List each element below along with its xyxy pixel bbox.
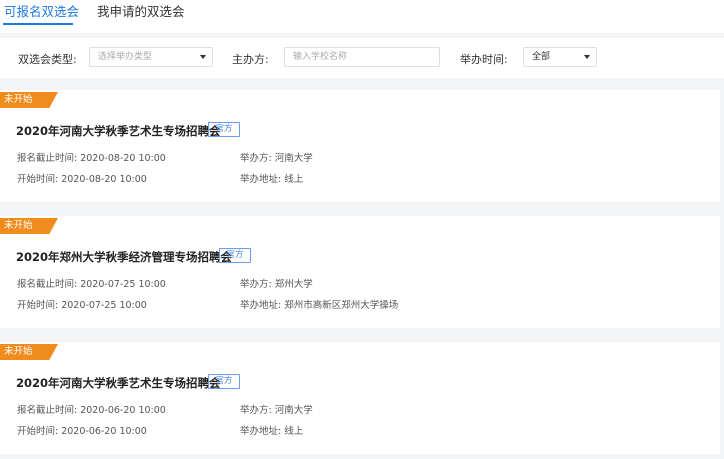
fair-card[interactable]: 未开始 2020年河南大学秋季艺术生专场招聘会 官方 报名截止时间: 2020-… — [0, 90, 720, 202]
fair-type-label: 双选会类型: — [18, 53, 77, 66]
address-info: 举办地址: 郑州市高新区郑州大学操场 — [240, 300, 399, 311]
tab-my-applied-fairs[interactable]: 我申请的双选会 — [97, 4, 185, 20]
official-badge: 官方 — [208, 374, 240, 389]
time-selected-value: 全部 — [532, 52, 551, 62]
start-time: 开始时间: 2020-07-25 10:00 — [17, 300, 147, 311]
fair-title[interactable]: 2020年河南大学秋季艺术生专场招聘会 — [16, 375, 221, 391]
status-badge: 未开始 — [0, 92, 58, 108]
address-info: 举办地址: 线上 — [240, 426, 304, 437]
address-info: 举办地址: 线上 — [240, 174, 304, 185]
host-info: 举办方: 河南大学 — [240, 153, 313, 164]
start-time: 开始时间: 2020-06-20 10:00 — [17, 426, 147, 437]
fair-card[interactable]: 未开始 2020年河南大学秋季艺术生专场招聘会 官方 报名截止时间: 2020-… — [0, 342, 720, 454]
fair-type-select[interactable]: 选择举办类型 — [89, 47, 213, 67]
tab-bar: 可报名双选会 我申请的双选会 — [0, 0, 724, 33]
status-badge: 未开始 — [0, 344, 58, 360]
fair-title[interactable]: 2020年郑州大学秋季经济管理专场招聘会 — [16, 249, 232, 265]
fair-card[interactable]: 未开始 2020年郑州大学秋季经济管理专场招聘会 官方 报名截止时间: 2020… — [0, 216, 720, 328]
active-tab-indicator — [3, 23, 73, 25]
chevron-down-icon — [584, 55, 590, 59]
time-select[interactable]: 全部 — [523, 47, 597, 67]
host-input[interactable]: 输入学校名称 — [284, 47, 440, 67]
registration-deadline: 报名截止时间: 2020-06-20 10:00 — [17, 405, 166, 416]
filter-bar: 双选会类型: 选择举办类型 主办方: 输入学校名称 举办时间: 全部 — [0, 38, 724, 78]
host-info: 举办方: 河南大学 — [240, 405, 313, 416]
status-badge: 未开始 — [0, 218, 58, 234]
fair-type-placeholder: 选择举办类型 — [98, 52, 153, 62]
host-info: 举办方: 郑州大学 — [240, 279, 313, 290]
official-badge: 官方 — [208, 122, 240, 137]
host-placeholder: 输入学校名称 — [293, 52, 348, 62]
registration-deadline: 报名截止时间: 2020-07-25 10:00 — [17, 279, 166, 290]
chevron-down-icon — [200, 55, 206, 59]
host-label: 主办方: — [232, 53, 269, 66]
start-time: 开始时间: 2020-08-20 10:00 — [17, 174, 147, 185]
time-label: 举办时间: — [460, 53, 508, 66]
fair-title[interactable]: 2020年河南大学秋季艺术生专场招聘会 — [16, 123, 221, 139]
official-badge: 官方 — [219, 248, 251, 263]
tab-available-fairs[interactable]: 可报名双选会 — [4, 4, 79, 20]
registration-deadline: 报名截止时间: 2020-08-20 10:00 — [17, 153, 166, 164]
